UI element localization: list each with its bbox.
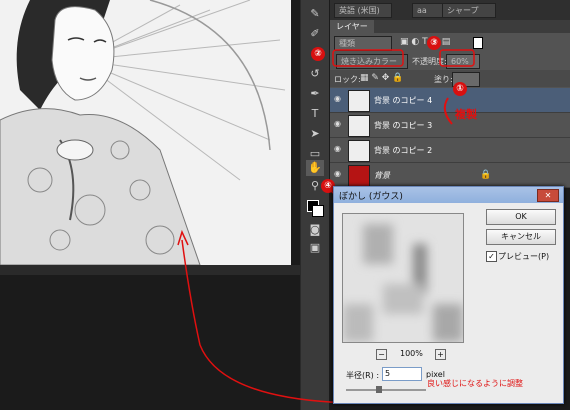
dialog-titlebar[interactable]: ぼかし (ガウス) ✕ bbox=[334, 187, 563, 203]
radius-input[interactable]: 5 bbox=[382, 367, 422, 381]
close-icon[interactable]: ✕ bbox=[537, 189, 559, 202]
preview-checkbox[interactable]: ✓ bbox=[486, 251, 497, 262]
blur-preview[interactable] bbox=[342, 213, 464, 343]
ok-button[interactable]: OK bbox=[486, 209, 556, 225]
opacity-highlight bbox=[439, 49, 475, 67]
blurred-preview-image bbox=[343, 214, 463, 342]
blend-mode-highlight bbox=[332, 49, 404, 67]
preview-label: プレビュー(P) bbox=[498, 252, 550, 261]
duplicate-arrow bbox=[443, 97, 453, 125]
cancel-button[interactable]: キャンセル bbox=[486, 229, 556, 245]
radius-slider-handle[interactable] bbox=[376, 386, 382, 393]
zoom-out-button[interactable]: − bbox=[376, 349, 387, 360]
radius-slider-track[interactable] bbox=[346, 389, 426, 391]
radius-label: 半径(R) : bbox=[346, 371, 380, 380]
zoom-level: 100% bbox=[400, 349, 423, 358]
zoom-in-button[interactable]: + bbox=[435, 349, 446, 360]
dialog-title: ぼかし (ガウス) bbox=[339, 192, 403, 202]
gaussian-blur-dialog: ぼかし (ガウス) ✕ OK キャンセル ✓ プレビュー(P) − 100% +… bbox=[333, 186, 564, 404]
adjust-annotation: 良い感じになるように調整 bbox=[427, 378, 523, 389]
